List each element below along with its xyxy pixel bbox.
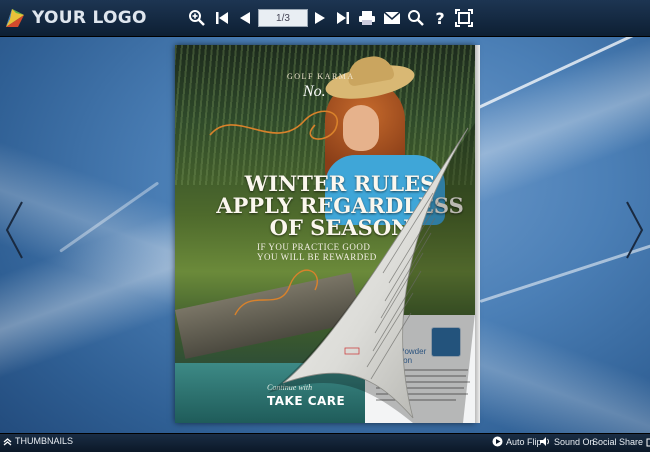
sound-label: Sound On (554, 436, 595, 447)
thumbnails-button[interactable]: THUMBNAILS (3, 436, 73, 446)
logo-mark-icon (4, 7, 26, 29)
fullscreen-button[interactable] (452, 6, 476, 30)
auto-flip-label: Auto Flip (506, 436, 542, 447)
next-page-arrow[interactable] (625, 200, 645, 260)
page-number-input[interactable] (258, 9, 308, 27)
search-button[interactable] (404, 6, 428, 30)
logo-text: YOUR LOGO (32, 8, 147, 28)
thumbnails-label: THUMBNAILS (15, 436, 74, 446)
top-toolbar: YOUR LOGO ? (0, 0, 650, 37)
masthead: GOLF KARMA (287, 72, 355, 81)
last-page-button[interactable] (331, 6, 355, 30)
next-page-button[interactable] (308, 6, 332, 30)
bottom-toolbar: THUMBNAILS Auto Flip Sound On Social Sha… (0, 433, 650, 452)
sky-contrail (59, 181, 160, 253)
help-icon: ? (435, 9, 444, 27)
first-page-button[interactable] (210, 6, 234, 30)
flipbook[interactable]: GOLF KARMA No. WINTER RULES APPLY REGARD… (175, 45, 480, 423)
chevron-up-double-icon (3, 437, 12, 445)
last-page-icon (337, 12, 349, 24)
social-share-button[interactable]: Social Share (592, 436, 650, 447)
auto-flip-button[interactable]: Auto Flip (492, 436, 542, 447)
first-page-icon (216, 12, 228, 24)
chevron-left-icon (5, 201, 23, 259)
zoom-in-icon (189, 10, 205, 26)
chevron-right-icon (626, 201, 644, 259)
print-button[interactable] (355, 6, 379, 30)
previous-icon (240, 12, 250, 24)
print-icon (359, 11, 375, 25)
sky-contrail (469, 29, 643, 113)
email-icon (383, 11, 401, 24)
fullscreen-icon (455, 9, 473, 27)
page-curl[interactable] (263, 123, 475, 423)
email-button[interactable] (380, 6, 404, 30)
social-share-label: Social Share (592, 436, 644, 447)
previous-page-arrow[interactable] (4, 200, 24, 260)
play-icon (492, 436, 503, 447)
svg-text:?: ? (435, 9, 444, 27)
share-icon (646, 438, 650, 447)
logo: YOUR LOGO (4, 6, 147, 30)
previous-page-button[interactable] (233, 6, 257, 30)
page-edge (475, 45, 480, 423)
speaker-icon (540, 437, 549, 446)
help-button[interactable]: ? (428, 6, 452, 30)
issue-number: No. (303, 83, 326, 100)
zoom-in-button[interactable] (185, 6, 209, 30)
next-icon (315, 12, 325, 24)
search-icon (408, 10, 424, 26)
sound-toggle[interactable]: Sound On (539, 436, 595, 447)
magazine-cover-page[interactable]: GOLF KARMA No. WINTER RULES APPLY REGARD… (175, 45, 475, 423)
